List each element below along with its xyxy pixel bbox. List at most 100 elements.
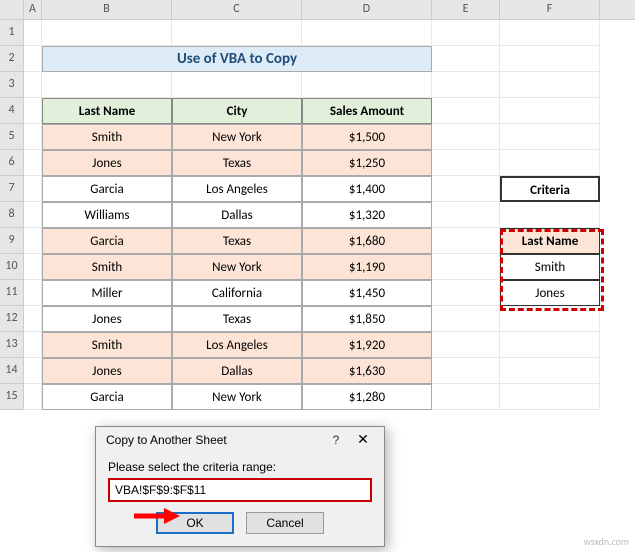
- cell[interactable]: [500, 72, 600, 98]
- col-header-E[interactable]: E: [432, 0, 500, 19]
- cell[interactable]: [24, 228, 42, 254]
- cell[interactable]: [24, 150, 42, 176]
- criteria-value[interactable]: Jones: [500, 280, 600, 306]
- row-header[interactable]: 9: [0, 228, 24, 254]
- row-header[interactable]: 11: [0, 280, 24, 306]
- ok-button[interactable]: OK: [156, 512, 234, 534]
- table-cell-lastname[interactable]: Garcia: [42, 384, 172, 410]
- row-header[interactable]: 4: [0, 98, 24, 124]
- table-cell-amount[interactable]: $1,680: [302, 228, 432, 254]
- table-cell-city[interactable]: New York: [172, 384, 302, 410]
- col-header-F[interactable]: F: [500, 0, 600, 19]
- cell[interactable]: [432, 150, 500, 176]
- page-title[interactable]: Use of VBA to Copy: [42, 46, 432, 72]
- table-cell-lastname[interactable]: Jones: [42, 306, 172, 332]
- criteria-header[interactable]: Last Name: [500, 228, 600, 254]
- table-cell-lastname[interactable]: Williams: [42, 202, 172, 228]
- cell[interactable]: [302, 72, 432, 98]
- row-header[interactable]: 10: [0, 254, 24, 280]
- cell[interactable]: [500, 358, 600, 384]
- row-header[interactable]: 8: [0, 202, 24, 228]
- table-cell-lastname[interactable]: Garcia: [42, 176, 172, 202]
- cell[interactable]: [500, 46, 600, 72]
- cell[interactable]: [432, 46, 500, 72]
- cell[interactable]: [500, 150, 600, 176]
- dialog-titlebar[interactable]: Copy to Another Sheet ? ✕: [96, 427, 384, 452]
- row-header[interactable]: 1: [0, 20, 24, 46]
- cell[interactable]: [42, 72, 172, 98]
- cell[interactable]: [432, 254, 500, 280]
- col-header-C[interactable]: C: [172, 0, 302, 19]
- cell[interactable]: [24, 46, 42, 72]
- cell[interactable]: [24, 202, 42, 228]
- row-header[interactable]: 13: [0, 332, 24, 358]
- cell[interactable]: [24, 358, 42, 384]
- cell[interactable]: [500, 332, 600, 358]
- table-cell-city[interactable]: New York: [172, 124, 302, 150]
- col-header-lastname[interactable]: Last Name: [42, 98, 172, 124]
- table-cell-city[interactable]: California: [172, 280, 302, 306]
- row-header[interactable]: 2: [0, 46, 24, 72]
- row-header[interactable]: 3: [0, 72, 24, 98]
- cell[interactable]: [432, 20, 500, 46]
- criteria-range-input[interactable]: [108, 478, 372, 502]
- cell[interactable]: [24, 280, 42, 306]
- row-header[interactable]: 6: [0, 150, 24, 176]
- cell[interactable]: [172, 20, 302, 46]
- row-header[interactable]: 5: [0, 124, 24, 150]
- cell[interactable]: [500, 306, 600, 332]
- cell[interactable]: [500, 98, 600, 124]
- table-cell-lastname[interactable]: Smith: [42, 332, 172, 358]
- table-cell-amount[interactable]: $1,400: [302, 176, 432, 202]
- cell[interactable]: [24, 176, 42, 202]
- cell[interactable]: [24, 306, 42, 332]
- cell[interactable]: [500, 20, 600, 46]
- table-cell-lastname[interactable]: Miller: [42, 280, 172, 306]
- cell[interactable]: [432, 358, 500, 384]
- table-cell-city[interactable]: New York: [172, 254, 302, 280]
- row-header[interactable]: 7: [0, 176, 24, 202]
- row-header[interactable]: 12: [0, 306, 24, 332]
- cell[interactable]: [24, 98, 42, 124]
- row-header[interactable]: 14: [0, 358, 24, 384]
- cell[interactable]: [432, 228, 500, 254]
- select-all-corner[interactable]: [0, 0, 24, 19]
- cell[interactable]: [432, 306, 500, 332]
- table-cell-amount[interactable]: $1,920: [302, 332, 432, 358]
- cell[interactable]: [432, 384, 500, 410]
- table-cell-lastname[interactable]: Jones: [42, 150, 172, 176]
- col-header-B[interactable]: B: [42, 0, 172, 19]
- col-header-city[interactable]: City: [172, 98, 302, 124]
- cell[interactable]: [432, 72, 500, 98]
- cell[interactable]: [500, 124, 600, 150]
- cell[interactable]: [24, 384, 42, 410]
- table-cell-city[interactable]: Dallas: [172, 358, 302, 384]
- cell[interactable]: [432, 332, 500, 358]
- table-cell-city[interactable]: Dallas: [172, 202, 302, 228]
- table-cell-lastname[interactable]: Smith: [42, 254, 172, 280]
- table-cell-lastname[interactable]: Garcia: [42, 228, 172, 254]
- table-cell-amount[interactable]: $1,250: [302, 150, 432, 176]
- table-cell-amount[interactable]: $1,850: [302, 306, 432, 332]
- col-header-sales[interactable]: Sales Amount: [302, 98, 432, 124]
- cell[interactable]: [24, 124, 42, 150]
- table-cell-city[interactable]: Los Angeles: [172, 332, 302, 358]
- cell[interactable]: [172, 72, 302, 98]
- criteria-title[interactable]: Criteria: [500, 176, 600, 202]
- cell[interactable]: [432, 202, 500, 228]
- help-icon[interactable]: ?: [324, 433, 348, 447]
- table-cell-city[interactable]: Texas: [172, 150, 302, 176]
- cell[interactable]: [24, 72, 42, 98]
- cell[interactable]: [24, 20, 42, 46]
- table-cell-amount[interactable]: $1,280: [302, 384, 432, 410]
- criteria-value[interactable]: Smith: [500, 254, 600, 280]
- cell[interactable]: [500, 202, 600, 228]
- cell[interactable]: [302, 20, 432, 46]
- table-cell-amount[interactable]: $1,500: [302, 124, 432, 150]
- table-cell-lastname[interactable]: Jones: [42, 358, 172, 384]
- cell[interactable]: [432, 98, 500, 124]
- col-header-D[interactable]: D: [302, 0, 432, 19]
- cell[interactable]: [42, 20, 172, 46]
- cell[interactable]: [432, 124, 500, 150]
- cell[interactable]: [432, 280, 500, 306]
